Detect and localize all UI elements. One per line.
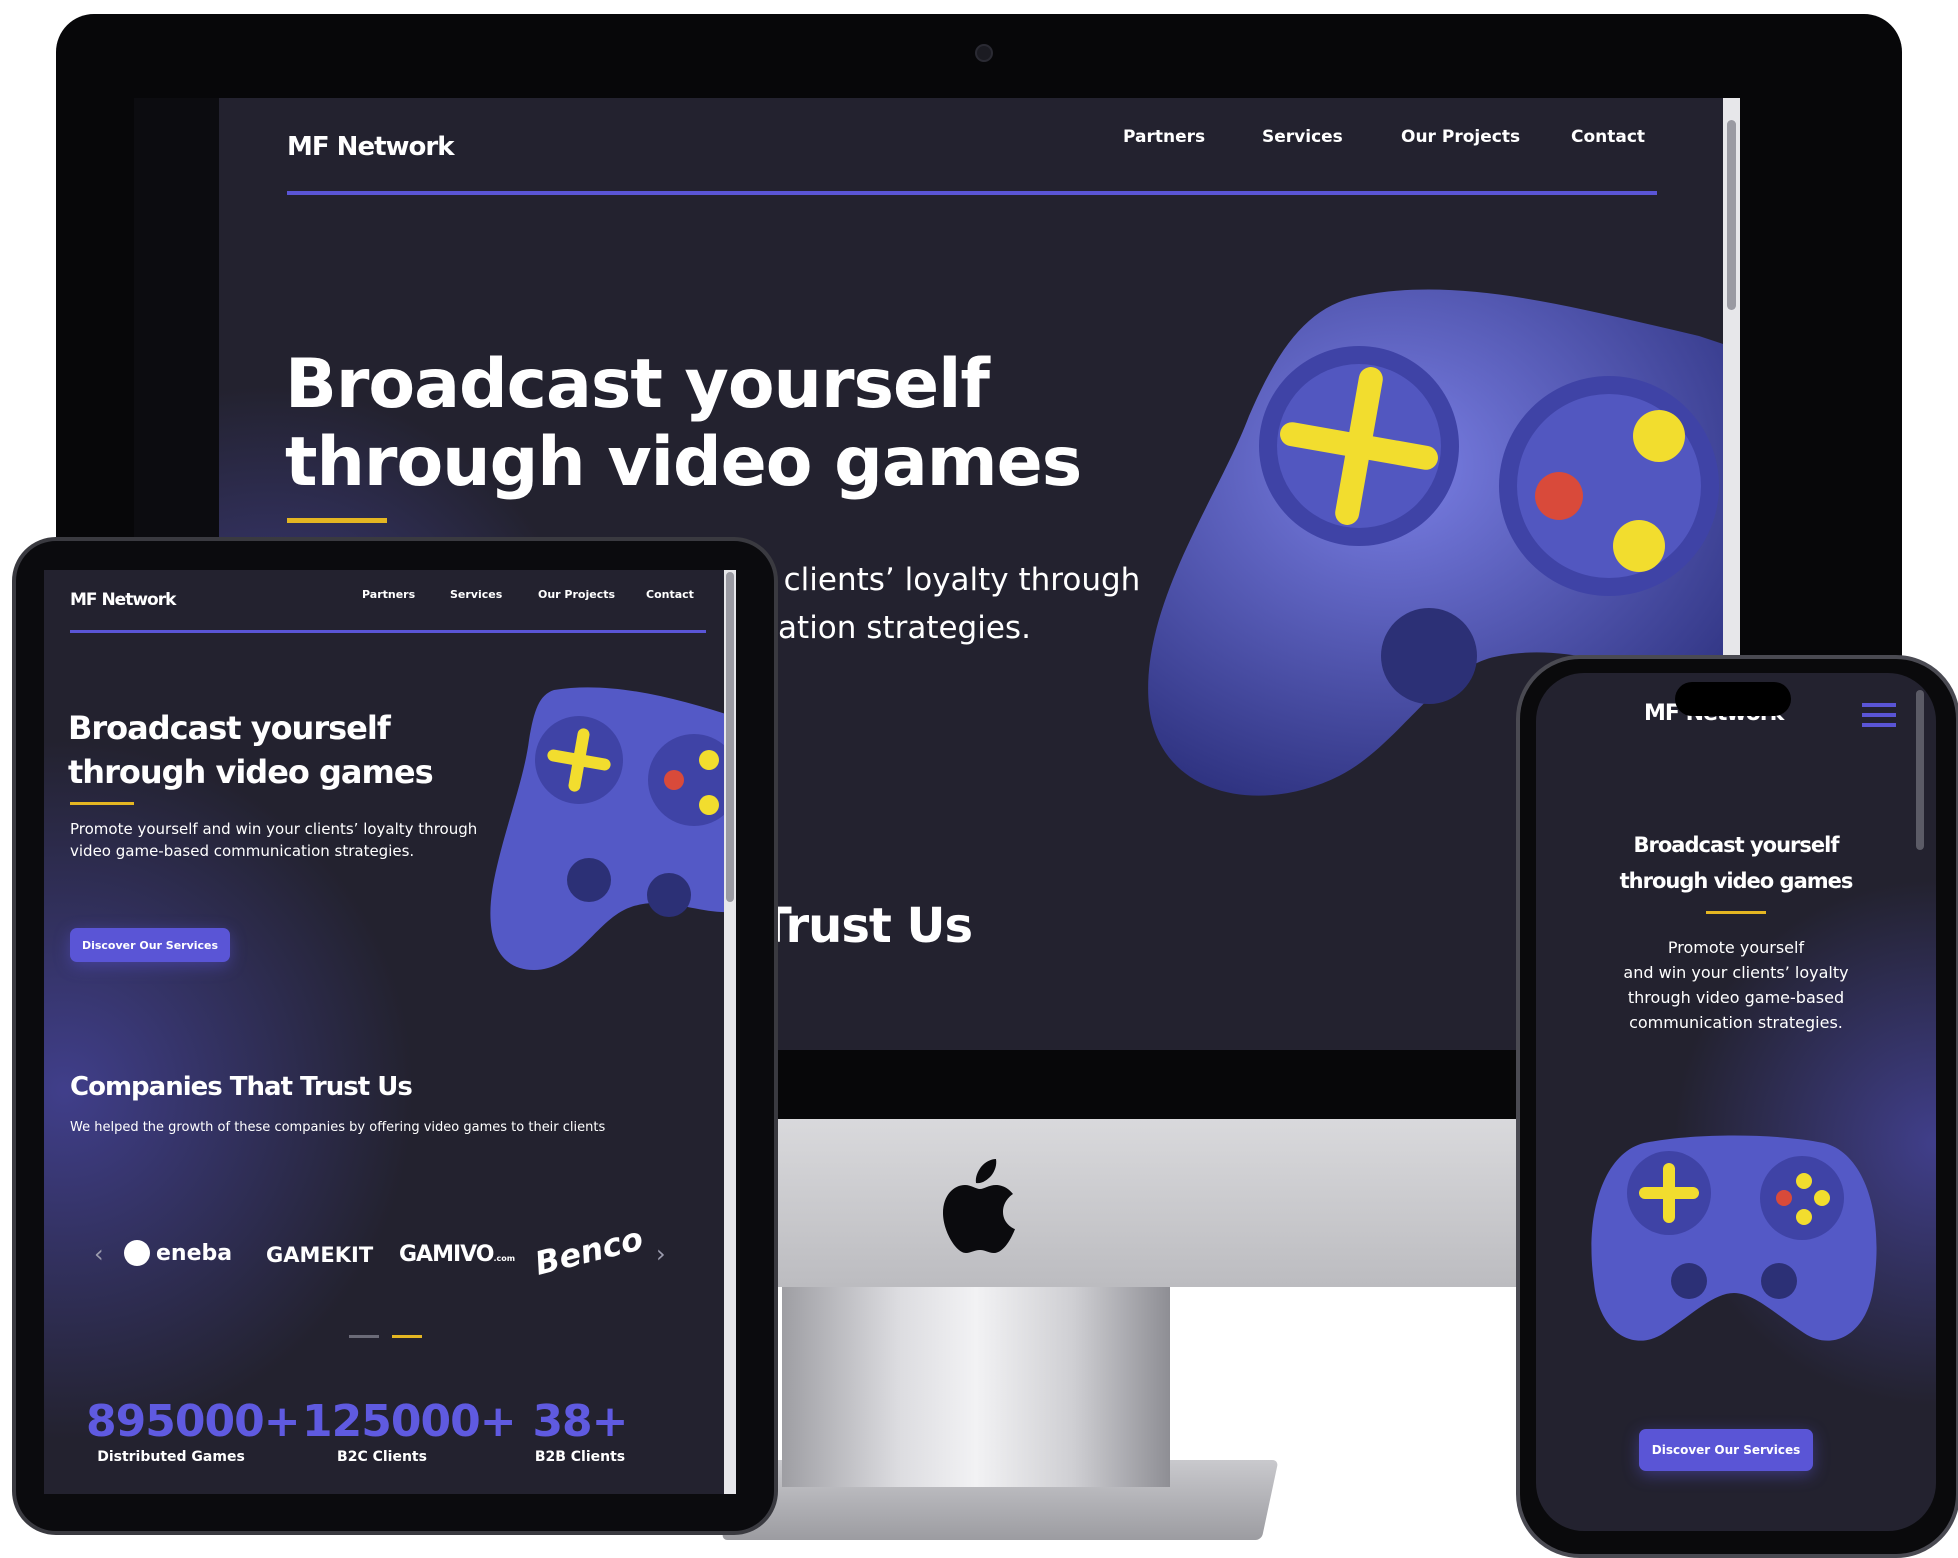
hero-underline xyxy=(1706,911,1766,914)
nav-our-projects[interactable]: Our Projects xyxy=(538,588,615,601)
nav-partners[interactable]: Partners xyxy=(362,588,415,601)
imac-camera xyxy=(975,44,993,62)
chevron-left-icon[interactable]: ‹ xyxy=(94,1240,104,1268)
chevron-right-icon[interactable]: › xyxy=(656,1240,666,1268)
hero-title-line1: Broadcast yourself xyxy=(285,345,990,424)
hero-desc-line1: r clients’ loyalty through xyxy=(761,562,1141,598)
eneba-logo-text: eneba xyxy=(156,1240,233,1266)
stat-value: 38+ xyxy=(532,1396,628,1447)
hero-underline xyxy=(287,518,387,523)
partner-logo-gamivo[interactable]: GAMIVO.com xyxy=(399,1242,515,1267)
partner-logo-gamekit[interactable]: GAMEKIT xyxy=(266,1243,373,1267)
game-controller-icon xyxy=(1591,1135,1877,1341)
stat-label: Distributed Games xyxy=(97,1449,245,1465)
nav-contact[interactable]: Contact xyxy=(1571,127,1645,147)
hero-description: Promote yourself and win your clients’ l… xyxy=(70,818,477,862)
gamivo-logo-suffix: .com xyxy=(493,1254,516,1263)
desktop-scrollbar-thumb[interactable] xyxy=(1727,120,1736,310)
stat-label: B2C Clients xyxy=(337,1449,427,1465)
partner-logo-eneba[interactable]: eneba xyxy=(124,1240,232,1266)
imac-stand xyxy=(782,1287,1170,1487)
stat-label: B2B Clients xyxy=(534,1449,626,1465)
hero-title: Broadcast yourself through video games xyxy=(1536,827,1936,899)
brand-logo[interactable]: MF Network xyxy=(70,590,176,610)
discover-services-button[interactable]: Discover Our Services xyxy=(70,928,230,962)
eneba-logo-icon xyxy=(124,1240,150,1266)
companies-heading-partial: Trust Us xyxy=(759,898,973,954)
tablet-website: MF Network Partners Services Our Project… xyxy=(44,570,736,1494)
hero-desc-line3: through video game-based xyxy=(1627,988,1845,1007)
nav-partners[interactable]: Partners xyxy=(1123,127,1205,147)
phone-dynamic-island xyxy=(1675,682,1791,716)
carousel-dot-2-active[interactable] xyxy=(392,1335,422,1338)
stat-distributed-games: 895000+ Distributed Games xyxy=(86,1396,301,1465)
nav-services[interactable]: Services xyxy=(1262,127,1343,147)
stat-b2b-clients: 38+ B2B Clients xyxy=(530,1396,630,1465)
phone-website: MF Network Broadcast yourself through vi… xyxy=(1536,673,1936,1531)
hero-desc-line2: cation strategies. xyxy=(761,610,1031,646)
hero-desc-line1: Promote yourself xyxy=(1667,938,1805,957)
hero-description-partial: r clients’ loyalty through cation strate… xyxy=(761,556,1140,652)
nav-services[interactable]: Services xyxy=(450,588,502,601)
brand-logo[interactable]: MF Network xyxy=(287,132,455,162)
imac-chin xyxy=(740,1119,1530,1287)
hero-title-line1: Broadcast yourself xyxy=(1633,833,1840,857)
hero-desc-line2: video game-based communication strategie… xyxy=(70,842,415,860)
stat-value: 895000+ xyxy=(86,1396,301,1447)
game-controller-icon xyxy=(490,687,736,970)
stat-b2c-clients: 125000+ B2C Clients xyxy=(302,1396,517,1465)
carousel-dot-1[interactable] xyxy=(349,1335,379,1338)
nav-contact[interactable]: Contact xyxy=(646,588,694,601)
hero-title: Broadcast yourself through video games xyxy=(285,345,1082,502)
hero-title: Broadcast yourself through video games xyxy=(68,706,434,794)
hero-desc-line1: Promote yourself and win your clients’ l… xyxy=(70,820,478,838)
stat-value: 125000+ xyxy=(302,1396,517,1447)
companies-title: Companies That Trust Us xyxy=(70,1072,413,1102)
hero-title-line2: through video games xyxy=(68,753,434,791)
partner-logo-benco[interactable]: Benco xyxy=(531,1219,647,1282)
hero-title-line1: Broadcast yourself xyxy=(68,709,391,747)
nav-our-projects[interactable]: Our Projects xyxy=(1401,127,1520,147)
hero-description: Promote yourself and win your clients’ l… xyxy=(1536,935,1936,1035)
hero-title-line2: through video games xyxy=(1619,869,1854,893)
nav-divider xyxy=(287,191,1657,195)
hero-underline xyxy=(70,802,134,805)
hero-desc-line2: and win your clients’ loyalty xyxy=(1623,963,1849,982)
discover-services-button[interactable]: Discover Our Services xyxy=(1639,1429,1813,1471)
companies-subtitle: We helped the growth of these companies … xyxy=(70,1120,606,1135)
hamburger-menu-icon[interactable] xyxy=(1862,703,1896,727)
phone-scrollbar-thumb[interactable] xyxy=(1916,690,1924,850)
tablet-scrollbar-thumb[interactable] xyxy=(726,572,734,902)
hero-title-line2: through video games xyxy=(285,423,1082,502)
nav-divider xyxy=(70,630,706,633)
hero-desc-line4: communication strategies. xyxy=(1629,1013,1843,1032)
apple-logo-icon xyxy=(943,1159,1015,1253)
gamivo-logo-text: GAMIVO xyxy=(399,1242,495,1267)
